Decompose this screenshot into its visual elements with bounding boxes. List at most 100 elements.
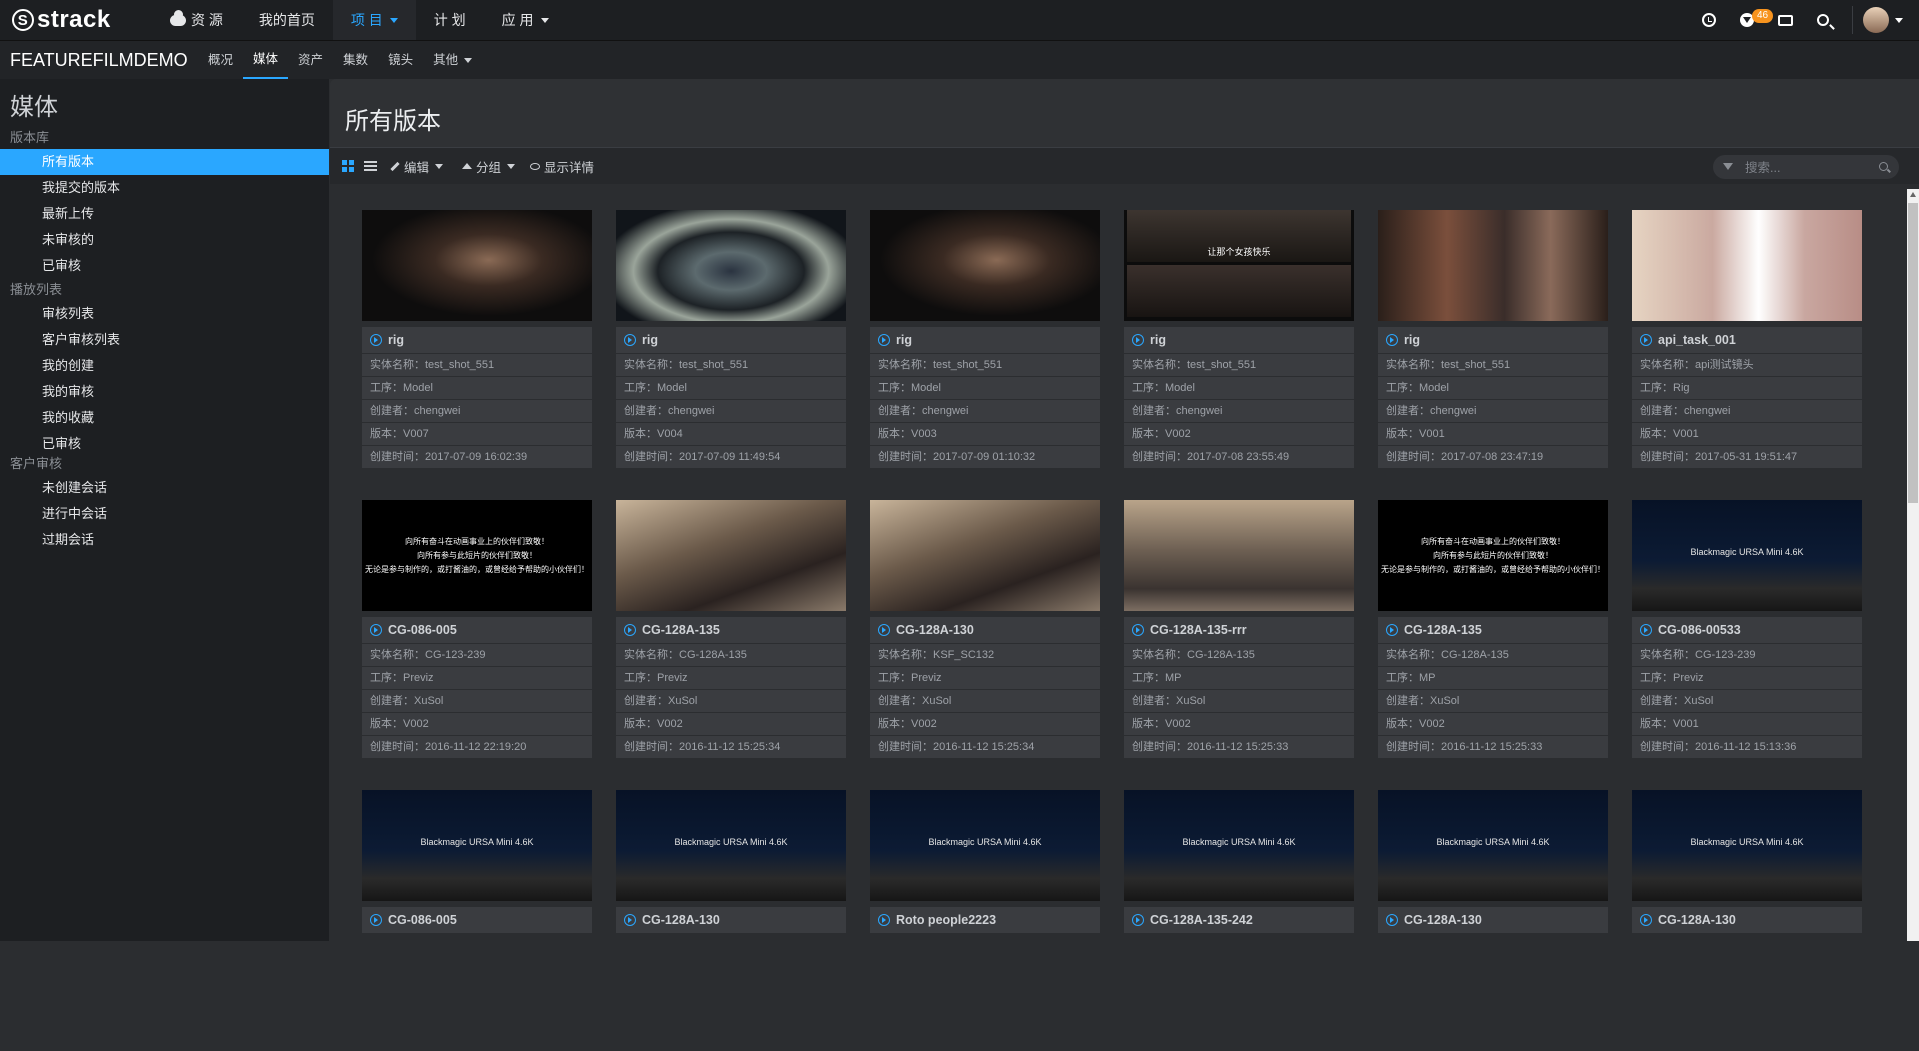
sidebar-item[interactable]: 审核列表 [0, 301, 329, 327]
play-icon[interactable] [1640, 914, 1652, 926]
version-card[interactable]: rig 实体名称：test_shot_551 工序：Model 创建者：chengwe… [362, 210, 592, 471]
tab-3[interactable]: 集数 [333, 41, 378, 79]
version-card[interactable]: Blackmagic URSA Mini 4.6K Roto people2223 [870, 790, 1100, 1051]
card-button[interactable] [1766, 0, 1804, 40]
card-title[interactable]: CG-086-005 [362, 907, 592, 933]
play-icon[interactable] [624, 914, 636, 926]
sidebar-item[interactable]: 我提交的版本 [0, 175, 329, 201]
thumbnail[interactable] [616, 500, 846, 611]
version-card[interactable]: CG-128A-130 实体名称：KSF_SC132 工序：Previz 创建者：Xu… [870, 500, 1100, 761]
thumbnail[interactable] [1378, 210, 1608, 321]
tab-2[interactable]: 资产 [288, 41, 333, 79]
sidebar-item[interactable]: 所有版本 [0, 149, 329, 175]
thumbnail[interactable]: Blackmagic URSA Mini 4.6K [1378, 790, 1608, 901]
thumbnail[interactable] [362, 210, 592, 321]
topnav-item-3[interactable]: 计 划 [416, 0, 484, 40]
sidebar-item[interactable]: 进行中会话 [0, 501, 329, 527]
search-input[interactable] [1743, 157, 1877, 179]
version-card[interactable]: rig 实体名称：test_shot_551 工序：Model 创建者：chengwe… [616, 210, 846, 471]
scrollbar-thumb[interactable] [1908, 203, 1918, 503]
play-icon[interactable] [1386, 914, 1398, 926]
card-title[interactable]: CG-086-005 [362, 617, 592, 643]
card-title[interactable]: rig [616, 327, 846, 353]
tab-0[interactable]: 概况 [198, 41, 243, 79]
play-icon[interactable] [1132, 624, 1144, 636]
list-view-button[interactable] [364, 148, 377, 184]
card-title[interactable]: CG-128A-130 [870, 617, 1100, 643]
version-card[interactable]: CG-128A-135 实体名称：CG-128A-135 工序：Previz 创建者：… [616, 500, 846, 761]
card-title[interactable]: api_task_001 [1632, 327, 1862, 353]
card-title[interactable]: CG-128A-135-rrr [1124, 617, 1354, 643]
thumbnail[interactable] [870, 500, 1100, 611]
sidebar-item[interactable]: 我的创建 [0, 353, 329, 379]
play-icon[interactable] [370, 914, 382, 926]
card-title[interactable]: CG-128A-135 [1378, 617, 1608, 643]
thumbnail[interactable]: Blackmagic URSA Mini 4.6K [870, 790, 1100, 901]
version-card[interactable]: Blackmagic URSA Mini 4.6K CG-128A-130 [1632, 790, 1862, 1051]
thumbnail[interactable]: Blackmagic URSA Mini 4.6K [1632, 790, 1862, 901]
thumbnail[interactable] [870, 210, 1100, 321]
play-icon[interactable] [1640, 624, 1652, 636]
filter-icon[interactable] [1723, 163, 1733, 170]
play-icon[interactable] [1132, 334, 1144, 346]
card-title[interactable]: rig [1124, 327, 1354, 353]
play-icon[interactable] [1386, 624, 1398, 636]
version-card[interactable]: Blackmagic URSA Mini 4.6K CG-128A-130 [1378, 790, 1608, 1051]
card-title[interactable]: CG-128A-130 [1378, 907, 1608, 933]
show-details-button[interactable]: 显示详情 [530, 148, 594, 184]
grid-view-button[interactable] [342, 148, 354, 184]
card-title[interactable]: rig [362, 327, 592, 353]
version-card[interactable]: Blackmagic URSA Mini 4.6K CG-128A-135-242 [1124, 790, 1354, 1051]
card-title[interactable]: CG-128A-135 [616, 617, 846, 643]
thumbnail[interactable] [616, 210, 846, 321]
card-title[interactable]: CG-128A-130 [1632, 907, 1862, 933]
topnav-item-0[interactable]: 资 源 [152, 0, 241, 40]
card-title[interactable]: CG-128A-135-242 [1124, 907, 1354, 933]
version-card[interactable]: rig 实体名称：test_shot_551 工序：Model 创建者：chengwe… [870, 210, 1100, 471]
history-button[interactable] [1690, 0, 1728, 40]
version-card[interactable]: 向所有奋斗在动画事业上的伙伴们致敬！ 向所有参与此短片的伙伴们致敬！ 无论是参与制作… [1378, 500, 1608, 761]
sidebar-item[interactable]: 最新上传 [0, 201, 329, 227]
strack-logo[interactable]: S strack [12, 6, 111, 33]
play-icon[interactable] [624, 334, 636, 346]
play-icon[interactable] [1386, 334, 1398, 346]
thumbnail[interactable] [1632, 210, 1862, 321]
version-card[interactable]: rig 实体名称：test_shot_551 工序：Model 创建者：chengwe… [1378, 210, 1608, 471]
play-icon[interactable] [370, 334, 382, 346]
version-card[interactable]: 让那个女孩快乐 rig 实体名称：test_shot_551 工序：Model 创建者：… [1124, 210, 1354, 471]
thumbnail[interactable]: 让那个女孩快乐 [1124, 210, 1354, 321]
thumbnail[interactable] [1124, 500, 1354, 611]
sidebar-item[interactable]: 过期会话 [0, 527, 329, 553]
sidebar-item[interactable]: 我的收藏 [0, 405, 329, 431]
play-icon[interactable] [878, 624, 890, 636]
global-search-button[interactable] [1804, 0, 1842, 40]
sidebar-item[interactable]: 我的审核 [0, 379, 329, 405]
topnav-item-4[interactable]: 应 用 [484, 0, 567, 40]
play-icon[interactable] [878, 334, 890, 346]
play-icon[interactable] [878, 914, 890, 926]
thumbnail[interactable]: Blackmagic URSA Mini 4.6K [1124, 790, 1354, 901]
sidebar-item[interactable]: 未创建会话 [0, 475, 329, 501]
card-title[interactable]: rig [1378, 327, 1608, 353]
thumbnail[interactable]: 向所有奋斗在动画事业上的伙伴们致敬！ 向所有参与此短片的伙伴们致敬！ 无论是参与制作… [362, 500, 592, 611]
play-icon[interactable] [624, 624, 636, 636]
thumbnail[interactable]: Blackmagic URSA Mini 4.6K [362, 790, 592, 901]
play-icon[interactable] [1132, 914, 1144, 926]
version-card[interactable]: Blackmagic URSA Mini 4.6K CG-086-005 [362, 790, 592, 1051]
chevron-down-icon[interactable] [1895, 17, 1903, 23]
card-title[interactable]: rig [870, 327, 1100, 353]
thumbnail[interactable]: Blackmagic URSA Mini 4.6K [1632, 500, 1862, 611]
version-card[interactable]: CG-128A-135-rrr 实体名称：CG-128A-135 工序：MP 创建者：… [1124, 500, 1354, 761]
project-name[interactable]: FEATUREFILMDEMO [10, 41, 188, 79]
card-title[interactable]: CG-128A-130 [616, 907, 846, 933]
avatar[interactable] [1863, 7, 1889, 33]
topnav-item-1[interactable]: 我的首页 [241, 0, 333, 40]
card-title[interactable]: CG-086-00533 [1632, 617, 1862, 643]
version-card[interactable]: api_task_001 实体名称：api测试镜头 工序：Rig 创建者：chengw… [1632, 210, 1862, 471]
search-icon[interactable] [1879, 162, 1888, 171]
downloads-button[interactable]: 46 [1728, 0, 1774, 40]
thumbnail[interactable]: 向所有奋斗在动画事业上的伙伴们致敬！ 向所有参与此短片的伙伴们致敬！ 无论是参与制作… [1378, 500, 1608, 611]
group-menu-button[interactable]: 分组 [462, 148, 516, 184]
sidebar-item[interactable]: 已审核 [0, 253, 329, 279]
topnav-item-2[interactable]: 项 目 [332, 0, 416, 40]
